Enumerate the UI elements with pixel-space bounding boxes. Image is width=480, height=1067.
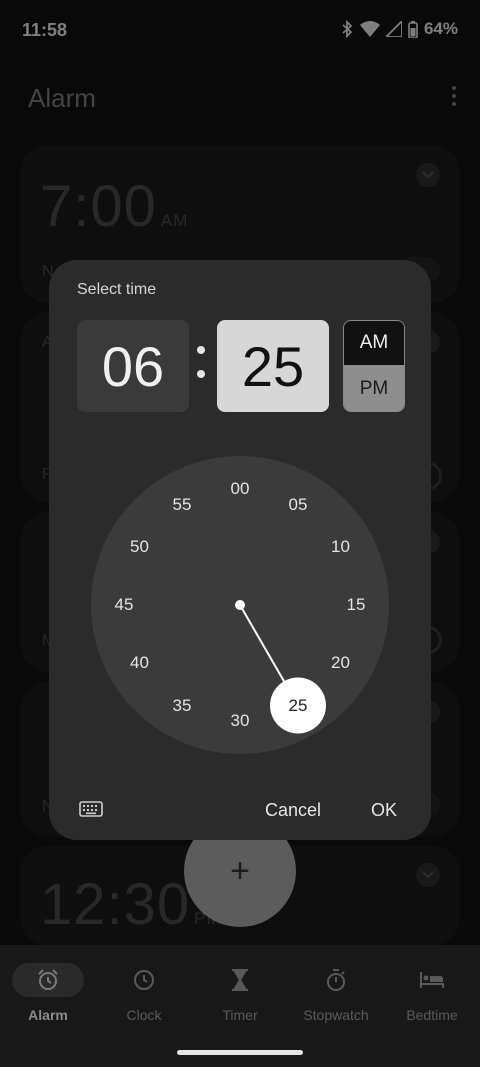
time-separator xyxy=(193,346,209,394)
dialog-title: Select time xyxy=(77,281,157,298)
hand-pivot xyxy=(235,600,245,610)
dial-number-25[interactable]: 25 xyxy=(278,694,318,718)
dial-number-50[interactable]: 50 xyxy=(120,535,160,559)
nav-item-alarm[interactable]: Alarm xyxy=(0,945,96,1040)
plus-icon: + xyxy=(230,851,250,890)
am-button[interactable]: AM xyxy=(344,321,404,366)
nav-label: Timer xyxy=(222,1007,258,1023)
am-pm-toggle: AM PM xyxy=(343,320,405,412)
nav-item-bedtime[interactable]: Bedtime xyxy=(384,945,480,1040)
bottom-navigation: Alarm Clock Timer Stopwatch Bedtime xyxy=(0,945,480,1067)
cancel-button[interactable]: Cancel xyxy=(265,800,321,821)
nav-label: Alarm xyxy=(28,1007,68,1023)
nav-label: Bedtime xyxy=(406,1007,458,1023)
dial-number-55[interactable]: 55 xyxy=(162,493,202,517)
alarm-clock-icon xyxy=(12,963,84,997)
dial-number-10[interactable]: 10 xyxy=(321,535,361,559)
dial-number-05[interactable]: 05 xyxy=(278,493,318,517)
nav-item-clock[interactable]: Clock xyxy=(96,945,192,1040)
nav-item-timer[interactable]: Timer xyxy=(192,945,288,1040)
nav-label: Stopwatch xyxy=(303,1007,369,1023)
ok-button[interactable]: OK xyxy=(371,800,397,821)
clock-icon xyxy=(108,963,180,997)
nav-item-stopwatch[interactable]: Stopwatch xyxy=(288,945,384,1040)
keyboard-icon[interactable] xyxy=(79,800,103,818)
dial-number-45[interactable]: 45 xyxy=(104,593,144,617)
dial-number-00[interactable]: 00 xyxy=(220,477,260,501)
clock-dial[interactable]: 00 05 10 15 20 25 30 35 40 45 50 55 xyxy=(91,456,389,754)
bed-icon xyxy=(396,963,468,997)
pm-button[interactable]: PM xyxy=(344,366,404,411)
dial-number-15[interactable]: 15 xyxy=(336,593,376,617)
dial-number-30[interactable]: 30 xyxy=(220,709,260,733)
nav-label: Clock xyxy=(126,1007,162,1023)
dial-number-35[interactable]: 35 xyxy=(162,694,202,718)
hourglass-icon xyxy=(204,963,276,997)
home-indicator[interactable] xyxy=(177,1050,303,1055)
dial-number-40[interactable]: 40 xyxy=(120,651,160,675)
hour-selector[interactable]: 06 xyxy=(77,320,189,412)
stopwatch-icon xyxy=(300,963,372,997)
minute-selector[interactable]: 25 xyxy=(217,320,329,412)
dial-number-20[interactable]: 20 xyxy=(321,651,361,675)
time-picker-dialog: Select time 06 25 AM PM 00 05 10 15 20 25 30 35… xyxy=(49,260,431,840)
